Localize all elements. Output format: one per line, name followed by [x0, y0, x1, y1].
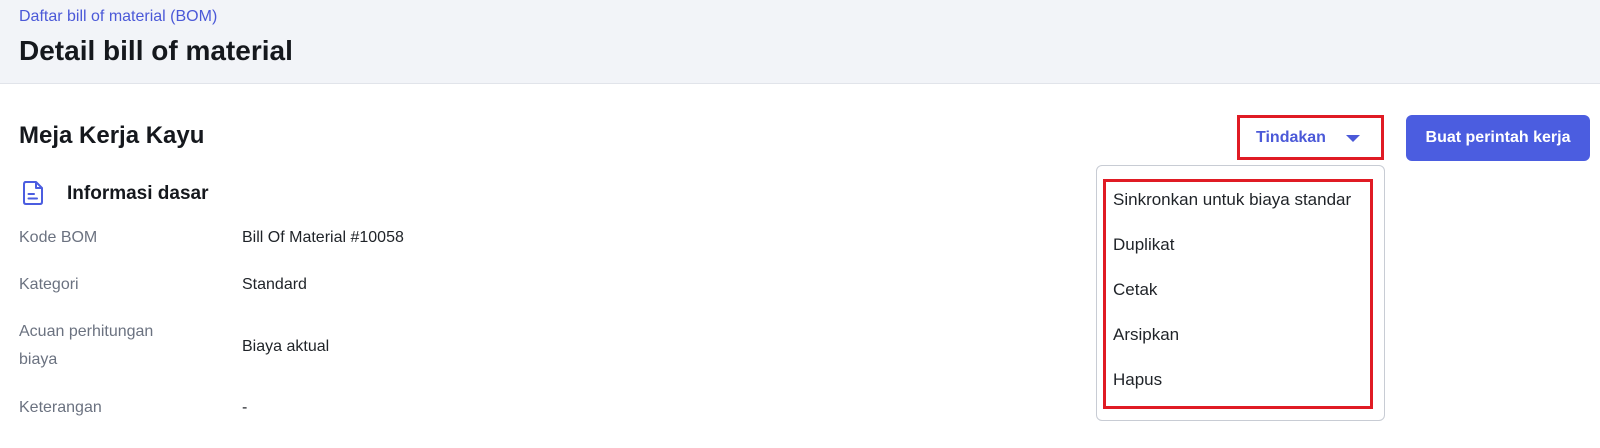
- field-value-kategori: Standard: [242, 276, 307, 293]
- actions-menu: Sinkronkan untuk biaya standar Duplikat …: [1096, 165, 1385, 421]
- page-title: Detail bill of material: [19, 35, 293, 66]
- field-label-keterangan: Keterangan: [19, 399, 102, 416]
- document-icon: [23, 181, 43, 205]
- section-title: Informasi dasar: [67, 183, 209, 204]
- actions-dropdown-button[interactable]: Tindakan: [1236, 116, 1384, 160]
- menu-item-duplicate[interactable]: Duplikat: [1113, 228, 1373, 262]
- menu-item-sync-standard-cost[interactable]: Sinkronkan untuk biaya standar: [1113, 183, 1373, 217]
- field-label-kode-bom: Kode BOM: [19, 229, 98, 246]
- record-title: Meja Kerja Kayu: [19, 122, 205, 149]
- page-header: Daftar bill of material (BOM) Detail bil…: [0, 0, 1600, 84]
- actions-label: Tindakan: [1256, 129, 1326, 146]
- caret-down-icon: [1345, 134, 1360, 142]
- field-value-kode-bom: Bill Of Material #10058: [242, 229, 404, 246]
- menu-item-delete[interactable]: Hapus: [1113, 363, 1373, 397]
- menu-item-archive[interactable]: Arsipkan: [1113, 318, 1373, 352]
- field-label-kategori: Kategori: [19, 276, 79, 293]
- field-label-acuan-line2: biaya: [19, 351, 58, 368]
- field-value-keterangan: -: [242, 399, 248, 416]
- create-work-order-button[interactable]: Buat perintah kerja: [1406, 115, 1590, 161]
- menu-item-print[interactable]: Cetak: [1113, 273, 1373, 307]
- breadcrumb-link[interactable]: Daftar bill of material (BOM): [19, 8, 217, 26]
- field-value-acuan: Biaya aktual: [242, 338, 330, 355]
- field-label-acuan-line1: Acuan perhitungan: [19, 323, 154, 340]
